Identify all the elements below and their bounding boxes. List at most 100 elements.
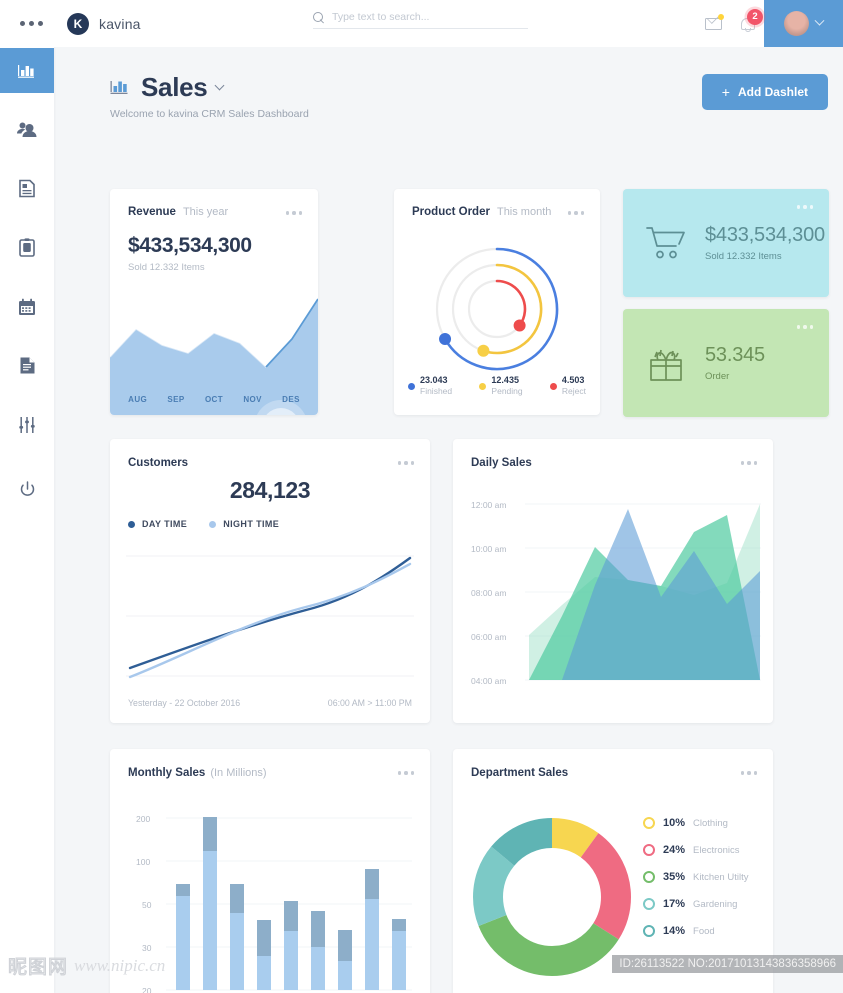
brand-logo-icon: K	[67, 12, 89, 35]
chevron-down-icon	[814, 15, 825, 26]
customers-title: Customers	[128, 457, 189, 469]
sidebar-item-settings[interactable]	[0, 402, 54, 447]
bar-chart-icon	[18, 64, 34, 78]
customers-footer-date: Yesterday - 22 October 2016	[128, 698, 241, 708]
legend-item-gardening[interactable]: 17% Gardening	[643, 898, 748, 910]
sales-stat-value: $433,534,300	[705, 224, 825, 246]
revenue-month: DES	[282, 395, 300, 404]
menu-toggle-icon[interactable]	[20, 21, 43, 26]
legend-item-food[interactable]: 14% Food	[643, 925, 748, 937]
order-stat-value: 53.345	[705, 344, 765, 366]
y-tick-label: 06:00 am	[471, 632, 506, 642]
product-order-menu-icon[interactable]	[567, 211, 584, 215]
revenue-menu-icon[interactable]	[285, 211, 302, 215]
legend-ring-kitchen-utilty	[643, 871, 655, 883]
product-order-period: This month	[496, 206, 552, 218]
daily-sales-area-chart: 12:00 am 10:00 am 08:00 am 06:00 am 04:0…	[471, 500, 761, 686]
legend-item-electronics[interactable]: 24% Electronics	[643, 844, 748, 856]
y-tick-label: 100	[136, 857, 150, 867]
sidebar-item-notes[interactable]	[0, 343, 54, 388]
user-menu[interactable]	[764, 0, 843, 47]
messages-button[interactable]	[696, 7, 730, 41]
customers-footer-time: 06:00 AM > 11:00 PM	[327, 698, 412, 708]
legend-value: 23.043	[420, 375, 448, 386]
y-tick-label: 08:00 am	[471, 588, 506, 598]
notifications-button[interactable]: 2	[730, 7, 764, 41]
department-sales-donut-chart	[473, 818, 631, 976]
legend-percent: 17%	[663, 898, 686, 910]
bar	[230, 884, 244, 990]
page-header: Sales Welcome to kavina CRM Sales Dashbo…	[110, 72, 309, 120]
bar	[176, 884, 190, 990]
legend-item: 4.503 Reject	[549, 375, 586, 397]
legend-ring-food	[643, 925, 655, 937]
sales-stat-label: Sold 12.332 Items	[705, 251, 782, 262]
add-dashlet-button[interactable]: + Add Dashlet	[701, 74, 828, 110]
legend-label: Food	[693, 925, 715, 937]
bar	[392, 919, 406, 990]
sidebar-item-customers[interactable]	[0, 107, 54, 152]
order-stat-label: Order	[705, 371, 730, 382]
power-icon	[20, 481, 34, 496]
legend-item-kitchen-utilty[interactable]: 35% Kitchen Utilty	[643, 871, 748, 883]
sidebar-item-calendar[interactable]	[0, 284, 54, 329]
sidebar-item-dashboard[interactable]	[0, 48, 54, 93]
bar-series	[176, 817, 406, 990]
revenue-card: Revenue This year $433,534,300 Sold 12.3…	[110, 189, 318, 415]
department-sales-legend: 10% Clothing 24% Electronics 35% Kitchen…	[643, 817, 748, 937]
gift-box-icon	[650, 349, 682, 381]
customers-menu-icon[interactable]	[397, 461, 414, 465]
daily-sales-menu-icon[interactable]	[740, 461, 757, 465]
legend-ring-gardening	[643, 898, 655, 910]
legend-dot-day-time	[128, 520, 135, 528]
legend-label: Pending	[491, 386, 523, 397]
product-order-radial-chart	[435, 247, 559, 371]
legend-item-day-time[interactable]: DAY TIME	[128, 519, 187, 529]
sidebar-item-logout[interactable]	[0, 467, 54, 512]
invoice-icon	[19, 179, 35, 198]
mail-unread-dot	[718, 13, 724, 20]
sales-stat-card: $433,534,300 Sold 12.332 Items	[623, 189, 829, 297]
bar	[284, 901, 298, 990]
customers-card: Customers 284,123 DAY TIME NIGHT TIME Ye…	[110, 439, 430, 723]
page-title-chevron-icon[interactable]	[215, 80, 225, 91]
customers-total: 284,123	[229, 477, 311, 503]
department-sales-title: Department Sales	[471, 767, 569, 779]
sidebar-item-invoices[interactable]	[0, 166, 54, 211]
sales-stat-menu-icon[interactable]	[796, 205, 813, 209]
legend-percent: 24%	[663, 844, 686, 856]
legend-item-night-time[interactable]: NIGHT TIME	[209, 519, 279, 529]
revenue-sold: Sold 12.332 Items	[128, 262, 205, 273]
legend-value: 4.503	[561, 375, 585, 386]
legend-dot-pending	[479, 382, 487, 390]
brand[interactable]: K kavina	[67, 12, 141, 35]
y-axis-labels: 200 100 50 30 20	[136, 814, 152, 993]
customers-line-chart	[126, 555, 414, 679]
shopping-cart-icon	[646, 227, 685, 259]
bar	[338, 930, 352, 990]
legend-ring-electronics	[643, 844, 655, 856]
bar	[311, 911, 325, 990]
legend-label: Electronics	[693, 844, 740, 856]
search-bar[interactable]	[313, 11, 528, 29]
page-title-chart-icon	[110, 81, 128, 94]
y-tick-label: 04:00 am	[471, 676, 506, 686]
y-axis-labels: 12:00 am 10:00 am 08:00 am 06:00 am 04:0…	[471, 500, 506, 686]
monthly-sales-card: Monthly Sales (In Millions) 200 100 50 3…	[110, 749, 430, 993]
department-sales-card: Department Sales 10% Clothing 24% Electr…	[453, 749, 773, 993]
order-stat-menu-icon[interactable]	[796, 325, 813, 329]
legend-item-clothing[interactable]: 10% Clothing	[643, 817, 748, 829]
daily-sales-title: Daily Sales	[471, 457, 532, 469]
search-input[interactable]	[332, 11, 512, 23]
sidebar-item-tasks[interactable]	[0, 225, 54, 270]
plus-icon: +	[721, 84, 730, 100]
top-bar-actions: 2	[696, 0, 843, 47]
department-sales-menu-icon[interactable]	[740, 771, 757, 775]
legend-value: 12.435	[491, 375, 519, 386]
monthly-sales-title: Monthly Sales	[128, 767, 206, 779]
clipboard-icon	[19, 238, 35, 257]
monthly-sales-header: Monthly Sales (In Millions)	[128, 767, 267, 779]
monthly-sales-menu-icon[interactable]	[397, 771, 414, 775]
main-content: Sales Welcome to kavina CRM Sales Dashbo…	[54, 47, 843, 993]
notes-icon	[20, 357, 34, 374]
